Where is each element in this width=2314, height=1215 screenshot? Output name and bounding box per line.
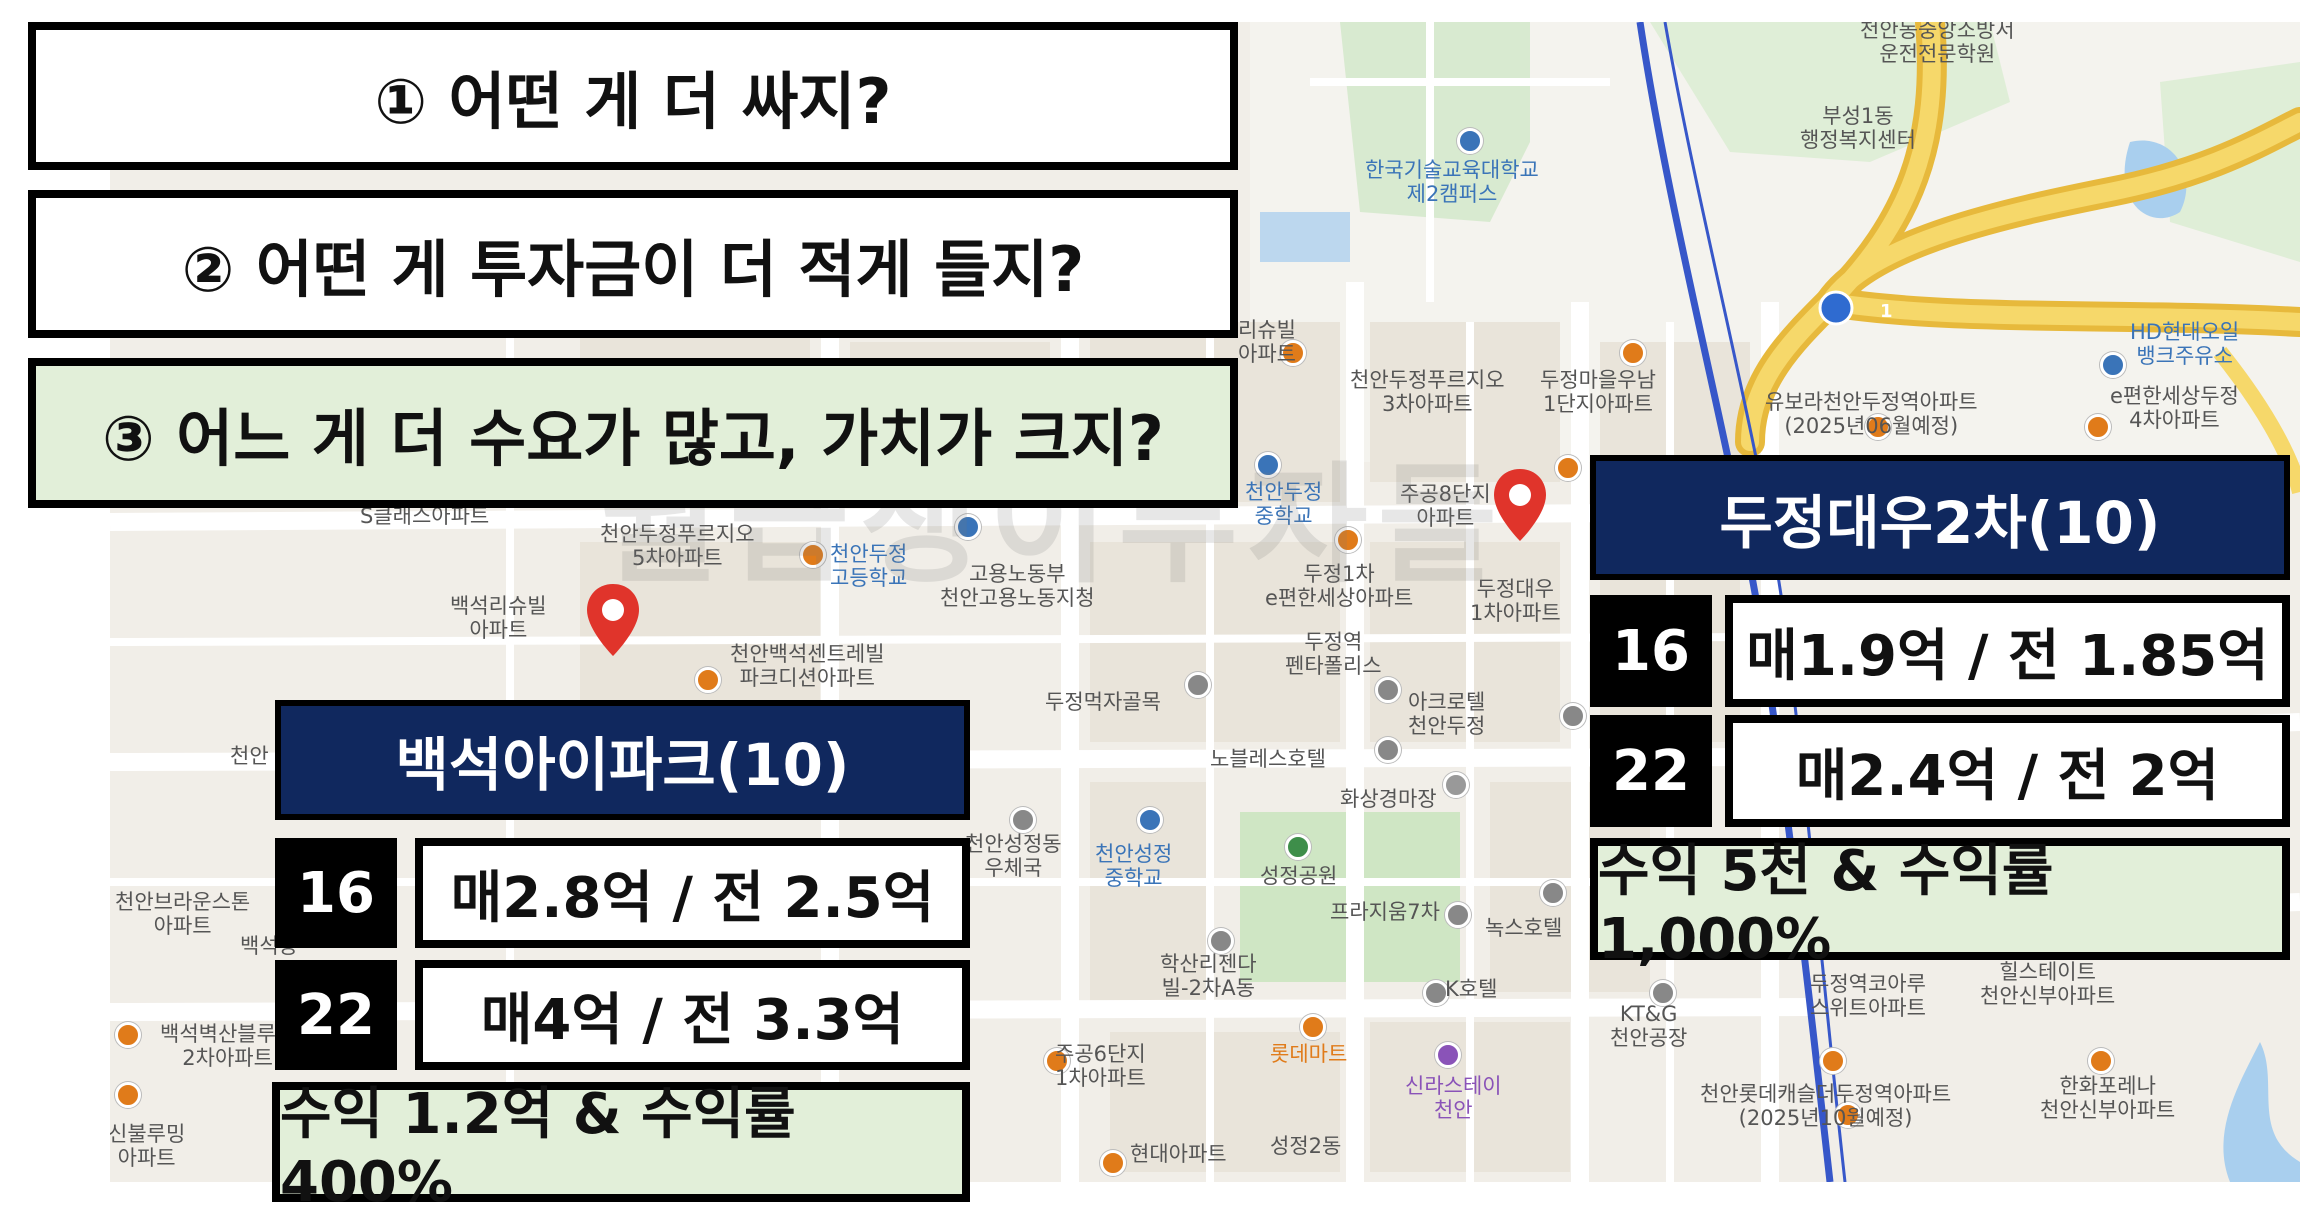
left-complex-title: 백석아이파크(10): [275, 700, 970, 820]
apartment-icon[interactable]: [1445, 902, 1471, 928]
map-label: 두정역코아루 스위트아파트: [1810, 972, 1926, 1020]
map-label: 노블레스호텔: [1210, 747, 1326, 771]
facility-icon[interactable]: [1443, 772, 1469, 798]
apartment-icon[interactable]: [2088, 1048, 2114, 1074]
map-label: 녹스호텔: [1485, 916, 1563, 940]
map-label: 천안: [230, 744, 269, 768]
map-label: 신불루밍 아파트: [110, 1122, 186, 1170]
right-size-16: 16: [1590, 595, 1712, 707]
hotel-icon[interactable]: [1560, 703, 1586, 729]
hotel-icon[interactable]: [1375, 737, 1401, 763]
map-label: 성정2동: [1270, 1134, 1342, 1158]
right-price-22: 매2.4억 / 전 2억: [1725, 715, 2290, 827]
left-price-16: 매2.8억 / 전 2.5억: [415, 838, 970, 948]
map-label: 주공6단지 1차아파트: [1055, 1042, 1146, 1090]
map-label: 한화포레나 천안신부아파트: [2040, 1074, 2176, 1122]
map-label: 천안성정 중학교: [1095, 842, 1173, 890]
map-label: 학산리젠다 빌-2차A동: [1160, 952, 1257, 1000]
right-price-16: 매1.9억 / 전 1.85억: [1725, 595, 2290, 707]
university-icon[interactable]: [1457, 128, 1483, 154]
map-label: 천안롯데캐슬더두정역아파트 (2025년10월예정): [1700, 1082, 1952, 1130]
map-label: 화상경마장: [1340, 787, 1437, 811]
map-label: 현대아파트: [1130, 1142, 1227, 1166]
apartment-icon[interactable]: [115, 1082, 141, 1108]
park-icon[interactable]: [1285, 834, 1311, 860]
apartment-icon[interactable]: [1820, 1048, 1846, 1074]
school-icon[interactable]: [1137, 807, 1163, 833]
apartment-icon[interactable]: [115, 1022, 141, 1048]
map-label: 신라스테이 천안: [1405, 1074, 1502, 1122]
hotel-icon[interactable]: [1435, 1042, 1461, 1068]
map-label: 천안백석센트레빌 파크디션아파트: [730, 642, 885, 690]
left-profit: 수익 1.2억 & 수익률 400%: [272, 1082, 970, 1215]
mart-icon[interactable]: [1300, 1014, 1326, 1040]
map-label: 두정먹자골목: [1045, 690, 1161, 714]
map-label: KT&G 천안공장: [1610, 1002, 1688, 1050]
map-label: 성정공원: [1260, 864, 1338, 888]
map-label: 천안브라운스톤 아파트: [115, 890, 251, 938]
left-size-16: 16: [275, 838, 397, 948]
map-label: K호텔: [1445, 977, 1498, 1001]
map-label: 부성1동 행정복지센터: [1800, 104, 1916, 152]
left-size-22: 22: [275, 960, 397, 1070]
government-icon[interactable]: [1185, 672, 1211, 698]
map-label: 천안성정동 우체국: [965, 832, 1062, 880]
map-label: HD현대오일 뱅크주유소: [2130, 320, 2240, 368]
apartment-icon[interactable]: [1208, 928, 1234, 954]
apartment-icon[interactable]: [2085, 414, 2111, 440]
hotel-icon[interactable]: [1375, 677, 1401, 703]
map-label: 리슈빌 아파트: [1238, 318, 1296, 366]
right-complex-title: 두정대우2차(10): [1590, 455, 2290, 580]
gas-station-icon[interactable]: [2100, 352, 2126, 378]
map-label: 두정역 펜타폴리스: [1285, 630, 1382, 678]
map-label: 프라지움7차: [1330, 900, 1440, 924]
map-label: 롯데마트: [1270, 1042, 1348, 1066]
map-label: 유보라천안두정역아파트 (2025년06월예정): [1765, 390, 1978, 438]
map-label: 한국기술교육대학교 제2캠퍼스: [1365, 158, 1539, 206]
map-label: 백석리슈빌 아파트: [450, 594, 547, 642]
question-3: ③ 어느 게 더 수요가 많고, 가치가 크지?: [28, 358, 1238, 508]
map-label: 천안동중앙소방서 운전전문학원: [1860, 22, 2015, 66]
apartment-icon[interactable]: [1620, 340, 1646, 366]
right-profit: 수익 5천 & 수익률 1,000%: [1590, 838, 2290, 972]
map-label: 아크로텔 천안두정: [1408, 690, 1486, 738]
hotel-icon[interactable]: [1540, 880, 1566, 906]
post-office-icon[interactable]: [1010, 807, 1036, 833]
question-2: ② 어떤 게 투자금이 더 적게 들지?: [28, 190, 1238, 338]
map-label: 두정마을우남 1단지아파트: [1540, 368, 1656, 416]
right-size-22: 22: [1590, 715, 1712, 827]
map-label: 천안두정푸르지오 3차아파트: [1350, 368, 1505, 416]
map-label: e편한세상두정 4차아파트: [2110, 384, 2239, 432]
question-1: ① 어떤 게 더 싸지?: [28, 22, 1238, 170]
apartment-icon[interactable]: [1555, 455, 1581, 481]
apartment-icon[interactable]: [695, 667, 721, 693]
apartment-icon[interactable]: [1100, 1150, 1126, 1176]
left-price-22: 매4억 / 전 3.3억: [415, 960, 970, 1070]
